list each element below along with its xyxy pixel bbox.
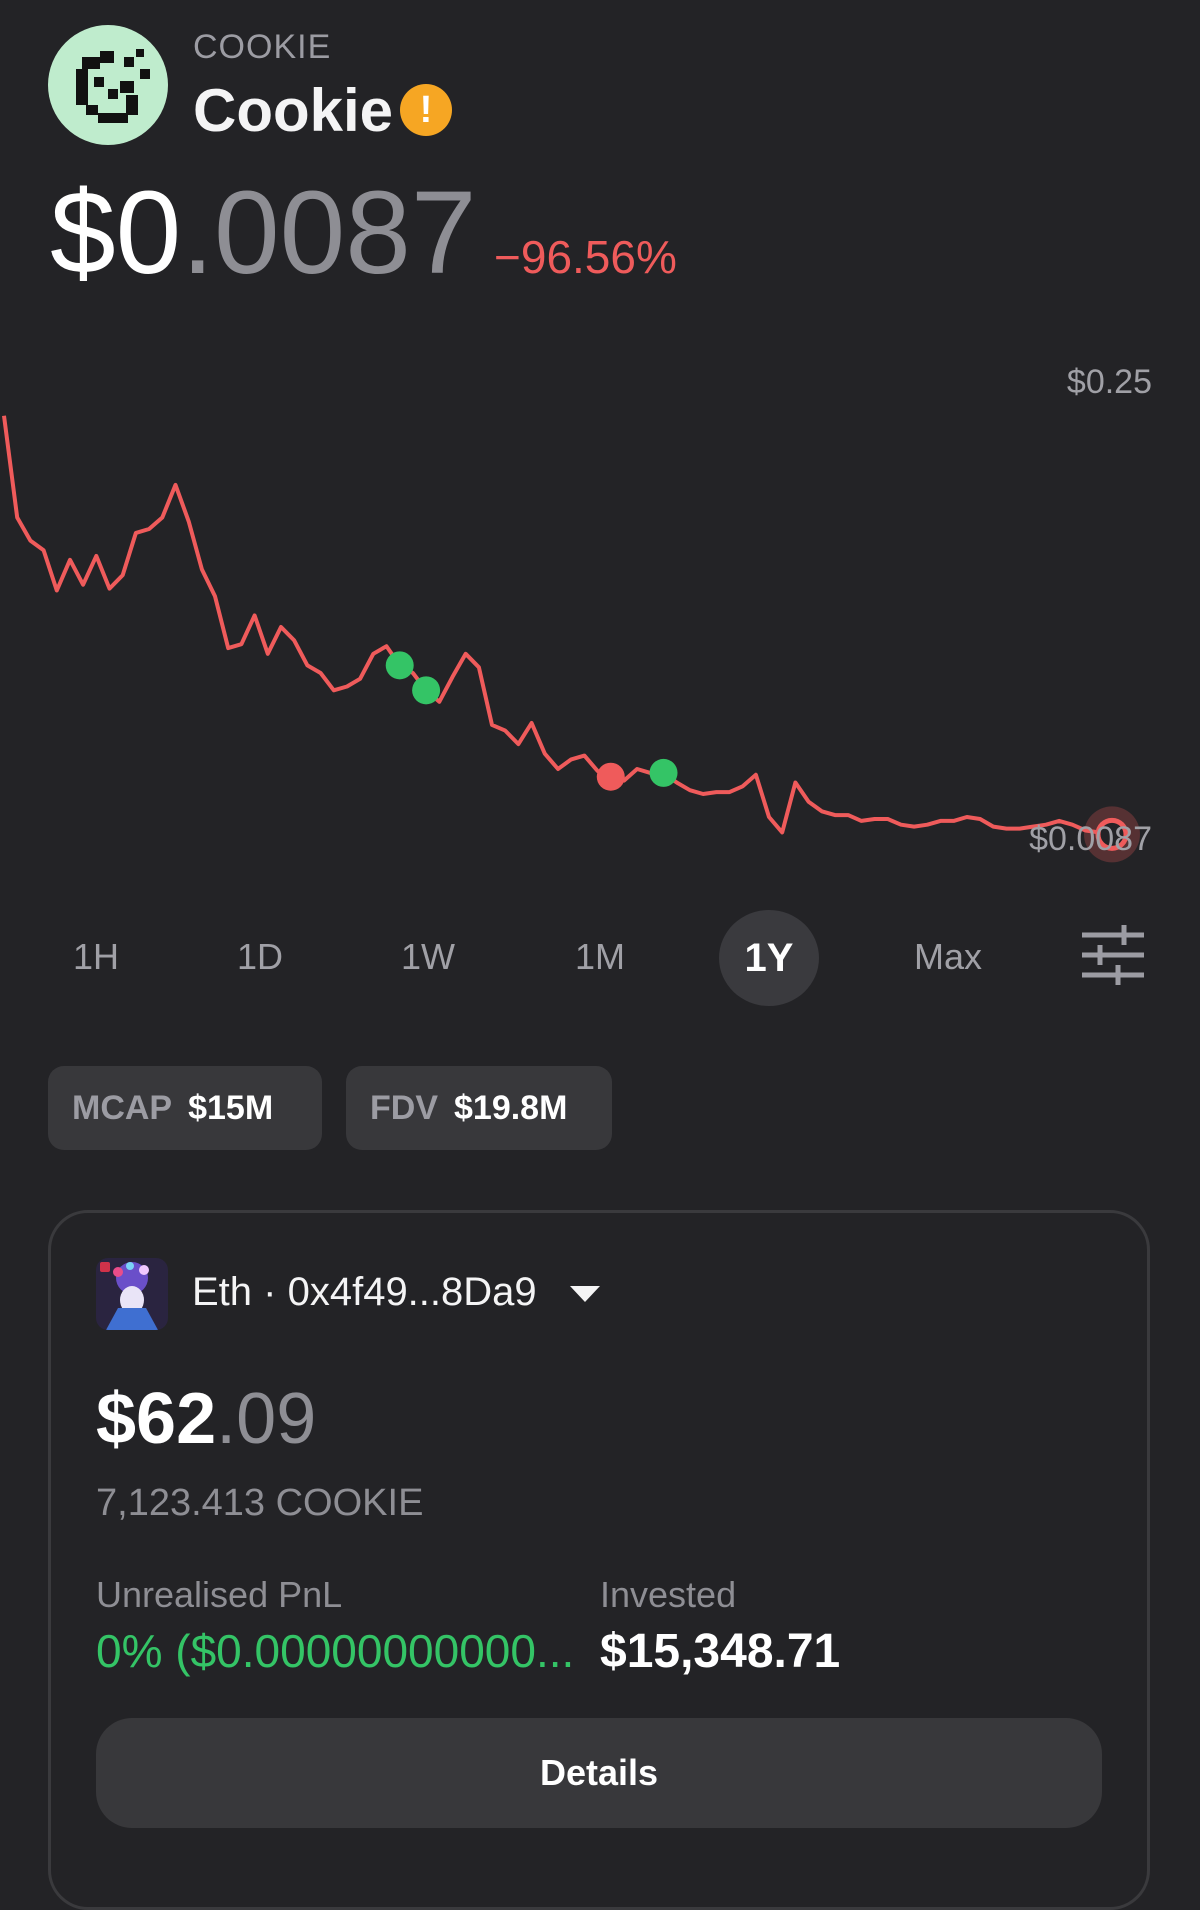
range-1y[interactable]: 1Y [719,910,819,1006]
range-1m[interactable]: 1M [558,912,642,1002]
price-whole: $0 [50,167,182,299]
token-logo [48,25,168,145]
cookie-icon [76,49,150,123]
token-ticker: COOKIE [193,28,332,66]
holding-whole: $62 [96,1379,217,1459]
price-change: −96.56% [494,231,677,283]
mcap-label: MCAP [72,1088,173,1127]
holding-amount: 7,123.413 COOKIE [96,1482,424,1524]
sliders-icon[interactable] [1080,925,1146,985]
invested-label: Invested [600,1574,737,1615]
token-price: $0.0087 [50,168,477,298]
range-1w[interactable]: 1W [388,912,468,1002]
holding-fraction: .09 [216,1379,317,1459]
chart-y-min-label: $0.0087 [1029,820,1152,858]
price-fraction: .0087 [181,167,477,299]
fdv-value: $19.8M [454,1088,568,1127]
price-chart[interactable] [0,350,1200,870]
warning-icon[interactable]: ! [400,84,452,136]
range-1h[interactable]: 1H [56,912,136,1002]
invested-value: $15,348.71 [600,1625,841,1678]
trade-marker-buy[interactable] [385,651,414,680]
holding-value: $62.09 [96,1378,316,1460]
mcap-chip: MCAP $15M [48,1066,322,1150]
fdv-chip: FDV $19.8M [346,1066,612,1150]
fdv-label: FDV [370,1088,438,1127]
details-button[interactable]: Details [96,1718,1102,1828]
token-name: Cookie [193,77,394,144]
range-max[interactable]: Max [900,912,996,1002]
price-line [2,415,1113,837]
pnl-label: Unrealised PnL [96,1574,343,1615]
mcap-value: $15M [188,1088,274,1127]
pnl-value: 0% ($0.00000000000... [96,1625,575,1677]
trade-marker-buy[interactable] [412,676,441,705]
range-1d[interactable]: 1D [220,912,300,1002]
trade-marker-buy[interactable] [649,758,678,787]
chevron-down-icon[interactable] [570,1286,600,1302]
wallet-selector[interactable]: Eth · 0x4f49...8Da9 [192,1270,537,1315]
trade-marker-sell[interactable] [596,762,625,791]
wallet-avatar [96,1258,168,1330]
